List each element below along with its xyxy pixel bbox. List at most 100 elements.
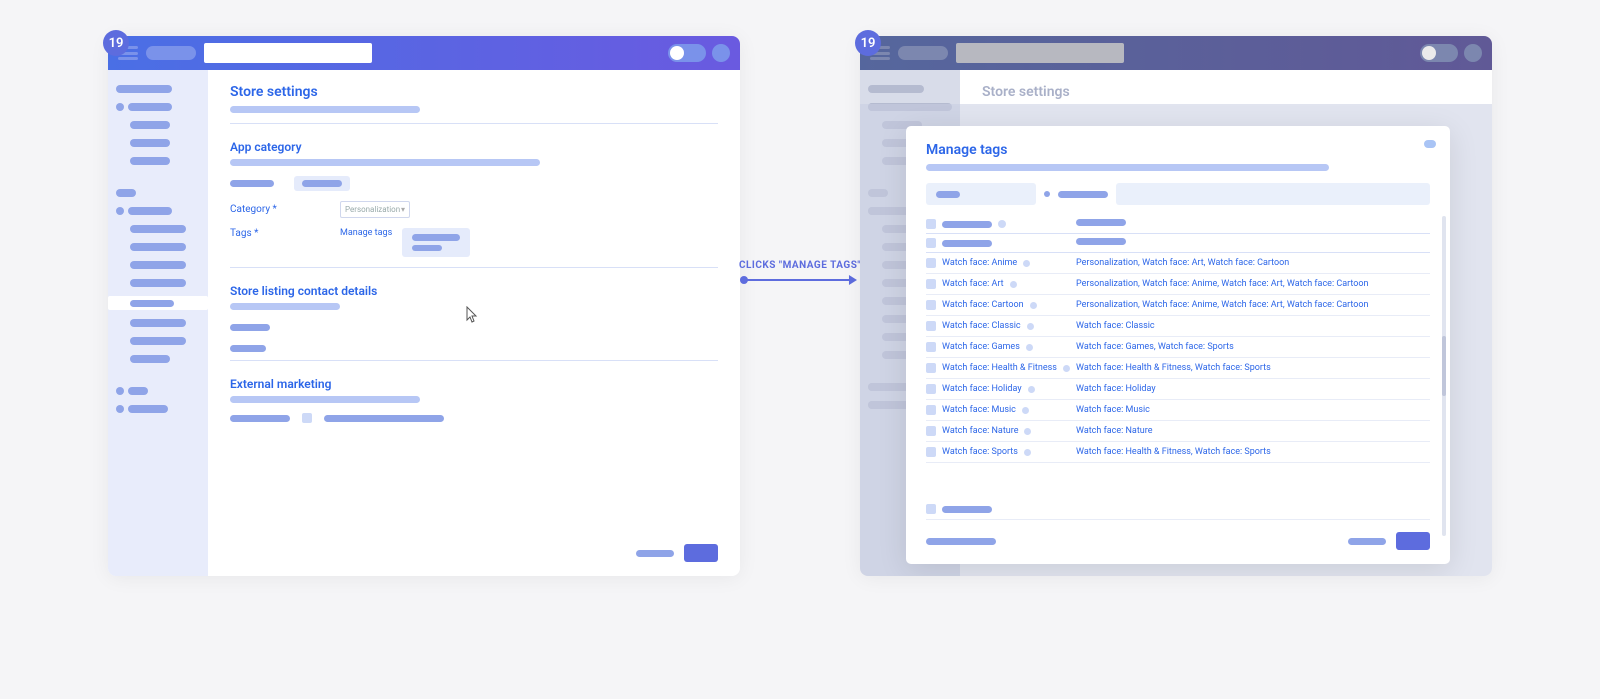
tags-table-body: Watch face: Anime Personalization, Watch … [926, 253, 1430, 499]
checkbox-icon[interactable] [926, 447, 936, 457]
sidebar-item[interactable] [130, 243, 186, 251]
field-placeholder [230, 345, 266, 352]
info-icon[interactable] [1030, 302, 1037, 309]
sidebar-item[interactable] [116, 85, 172, 93]
search-tags-input[interactable] [1116, 183, 1430, 205]
checkbox-icon[interactable] [926, 321, 936, 331]
tag-suggestions: Watch face: Classic [1076, 321, 1430, 331]
tag-name: Watch face: Health & Fitness [942, 363, 1057, 373]
toggle-switch[interactable] [668, 44, 706, 62]
sidebar-item[interactable] [130, 279, 186, 287]
sidebar-item[interactable] [116, 189, 136, 197]
tags-label: Tags * [230, 228, 320, 239]
tag-suggestions: Watch face: Nature [1076, 426, 1430, 436]
subtitle-placeholder [230, 106, 420, 113]
info-icon[interactable] [1022, 407, 1029, 414]
section-desc [230, 396, 420, 403]
sidebar-item[interactable] [130, 261, 186, 269]
tag-name: Watch face: Games [942, 342, 1020, 352]
table-row[interactable]: Watch face: NatureWatch face: Nature [926, 421, 1430, 442]
selected-tags-box [402, 228, 470, 257]
discard-button[interactable] [636, 550, 674, 557]
topbar-placeholder [898, 46, 948, 60]
app-type-chip[interactable] [294, 176, 350, 191]
table-row[interactable]: Watch face: Cartoon Personalization, Watc… [926, 295, 1430, 316]
checkbox-icon[interactable] [926, 342, 936, 352]
sidebar-item[interactable] [130, 225, 186, 233]
table-row[interactable]: Watch face: MusicWatch face: Music [926, 400, 1430, 421]
tag-name: Watch face: Art [942, 279, 1004, 289]
main-content: Store settings App category Category * P… [208, 70, 740, 576]
table-row[interactable]: Watch face: SportsWatch face: Health & F… [926, 442, 1430, 463]
field-label-placeholder [230, 180, 274, 187]
checkbox-icon[interactable] [926, 279, 936, 289]
table-subheader [926, 234, 1430, 253]
sidebar-item[interactable] [116, 387, 200, 395]
sidebar-item[interactable] [130, 355, 170, 363]
table-row[interactable]: Watch face: HolidayWatch face: Holiday [926, 379, 1430, 400]
section-desc [230, 303, 340, 310]
page-title: Store settings [230, 84, 718, 100]
save-button[interactable] [684, 544, 718, 562]
sidebar-item[interactable] [130, 337, 186, 345]
arrow-label: CLICKS "MANAGE TAGS" [739, 260, 861, 271]
modal-title: Manage tags [926, 142, 1430, 158]
info-icon[interactable] [1026, 344, 1033, 351]
category-select[interactable]: Personalization [340, 201, 410, 218]
sidebar-item[interactable] [116, 405, 200, 413]
sidebar-item[interactable] [130, 319, 186, 327]
table-row[interactable]: Watch face: Classic Watch face: Classic [926, 316, 1430, 337]
tag-name: Watch face: Classic [942, 321, 1021, 331]
apply-button[interactable] [1396, 532, 1430, 550]
filter-box[interactable] [926, 183, 1036, 205]
tag-name: Watch face: Cartoon [942, 300, 1024, 310]
info-icon[interactable] [1027, 323, 1034, 330]
tag-name: Watch face: Music [942, 405, 1016, 415]
info-icon[interactable] [1010, 281, 1017, 288]
field-placeholder [230, 415, 290, 422]
modal-subtitle-placeholder [926, 164, 1329, 171]
table-row[interactable]: Watch face: Games Watch face: Games, Watc… [926, 337, 1430, 358]
info-icon[interactable] [1023, 260, 1030, 267]
search-input[interactable] [204, 43, 372, 63]
manage-tags-link[interactable]: Manage tags [340, 228, 392, 238]
arrow-icon [745, 279, 855, 281]
table-row[interactable]: Watch face: ArtPersonalization, Watch fa… [926, 274, 1430, 295]
checkbox[interactable] [302, 413, 312, 423]
tag-name: Watch face: Holiday [942, 384, 1022, 394]
info-icon[interactable] [1024, 428, 1031, 435]
section-marketing: External marketing [230, 369, 718, 391]
sidebar-item[interactable] [130, 121, 170, 129]
table-row[interactable]: Watch face: Health & FitnessWatch face: … [926, 358, 1430, 379]
checkbox-icon[interactable] [926, 300, 936, 310]
checkbox-icon[interactable] [926, 405, 936, 415]
info-icon[interactable] [1028, 386, 1035, 393]
sidebar-item-active[interactable] [108, 296, 208, 310]
table-row[interactable]: Watch face: AnimePersonalization, Watch … [926, 253, 1430, 274]
store-settings-panel-dimmed: Store settings Manage tags [860, 36, 1492, 576]
sidebar-item[interactable] [116, 103, 200, 111]
checkbox-icon[interactable] [926, 384, 936, 394]
checkbox-icon[interactable] [926, 426, 936, 436]
topbar-placeholder [146, 46, 196, 60]
page-title-dimmed: Store settings [982, 84, 1470, 100]
step-badge: 19 [855, 30, 881, 56]
close-icon[interactable] [1424, 140, 1436, 148]
category-label: Category * [230, 204, 320, 215]
tag-suggestions: Personalization, Watch face: Anime, Watc… [1076, 300, 1430, 310]
search-input [956, 43, 1124, 63]
sidebar-item[interactable] [116, 207, 200, 215]
cancel-button[interactable] [1348, 538, 1386, 545]
store-settings-panel: Store settings App category Category * P… [108, 36, 740, 576]
avatar[interactable] [712, 44, 730, 62]
topbar [108, 36, 740, 70]
sidebar-item[interactable] [130, 139, 170, 147]
checkbox-icon[interactable] [926, 363, 936, 373]
tag-suggestions: Watch face: Games, Watch face: Sports [1076, 342, 1430, 352]
sidebar-item[interactable] [130, 157, 170, 165]
info-icon[interactable] [1063, 365, 1070, 372]
scrollbar[interactable] [1442, 216, 1446, 536]
tag-name: Watch face: Anime [942, 258, 1017, 268]
info-icon[interactable] [1024, 449, 1031, 456]
checkbox-icon[interactable] [926, 258, 936, 268]
